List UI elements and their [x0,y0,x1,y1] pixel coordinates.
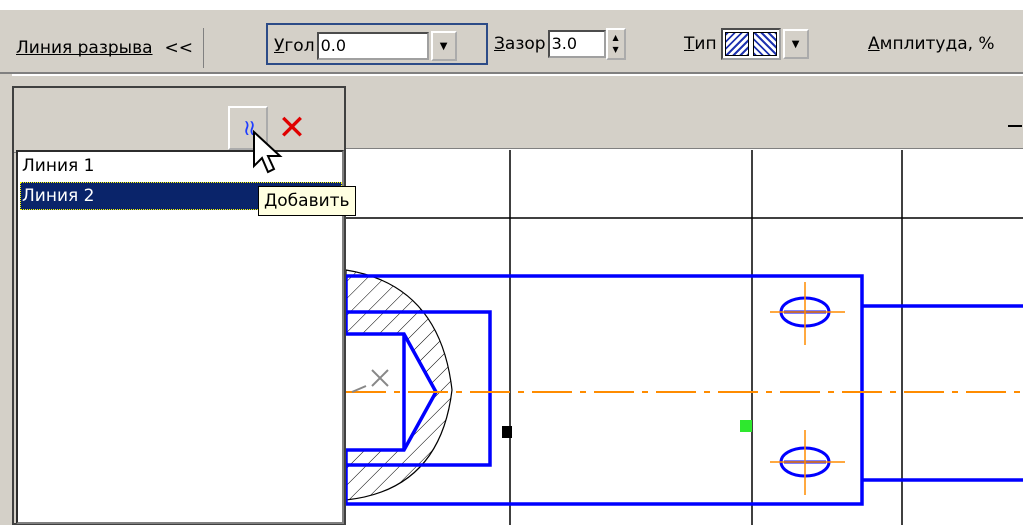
black-marker[interactable] [502,426,512,438]
mouse-cursor-icon [253,130,283,174]
break-lines-panel: ≀≀ ✕ Линия 1 Линия 2 [12,86,346,525]
list-item[interactable]: Линия 1 [20,152,342,180]
tooltip: Добавить [258,186,356,216]
green-marker[interactable] [740,420,752,432]
